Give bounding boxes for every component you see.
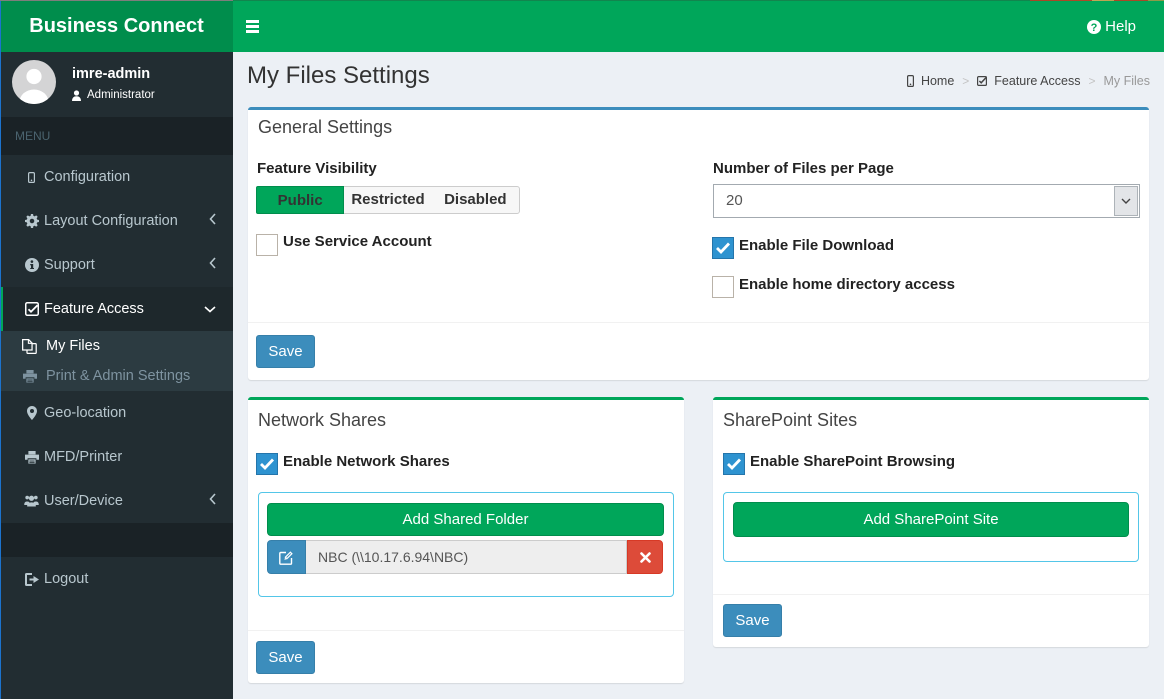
svg-text:?: ? bbox=[1091, 21, 1098, 33]
